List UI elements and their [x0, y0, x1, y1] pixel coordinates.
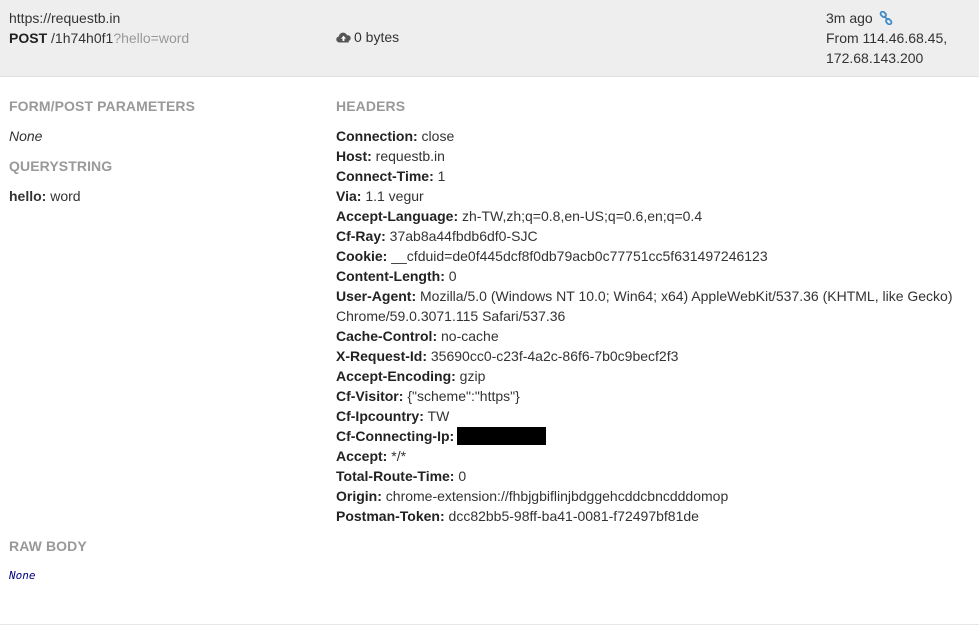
header-row: Connection: close — [336, 126, 966, 146]
raw-body-value: None — [9, 569, 36, 582]
header-row: Origin: chrome-extension://fhbjgbiflinjb… — [336, 486, 966, 506]
size-value: 0 bytes — [354, 29, 400, 45]
header-row: Cf-Ipcountry: TW — [336, 406, 966, 426]
header-key: Postman-Token: — [336, 508, 445, 524]
querystring-key: hello: — [9, 188, 47, 204]
time-row: 3m ago — [826, 8, 947, 28]
headers-title: HEADERS — [336, 98, 406, 114]
header-row: Accept: */* — [336, 446, 966, 466]
header-value: 0 — [448, 268, 457, 284]
header-row: Host: requestb.in — [336, 146, 966, 166]
header-row: Accept-Encoding: gzip — [336, 366, 966, 386]
header-key: Cf-Visitor: — [336, 388, 404, 404]
http-method: POST — [9, 30, 48, 46]
form-params-title: FORM/POST PARAMETERS — [9, 98, 196, 114]
header-value: 1 — [437, 168, 446, 184]
header-key: User-Agent: — [336, 288, 417, 304]
time-ago: 3m ago — [826, 10, 873, 26]
header-value: chrome-extension://fhbjgbiflinjbdggehcdd… — [385, 488, 729, 504]
header-key: Cache-Control: — [336, 328, 438, 344]
header-row: User-Agent: Mozilla/5.0 (Windows NT 10.0… — [336, 286, 966, 326]
header-value: no-cache — [441, 328, 499, 344]
header-key: Accept-Language: — [336, 208, 459, 224]
header-row: Cookie: __cfduid=de0f445dcf8f0db79acb0c7… — [336, 246, 966, 266]
header-value: close — [421, 128, 455, 144]
header-key: Connect-Time: — [336, 168, 434, 184]
header-key: Cf-Connecting-Ip: — [336, 428, 455, 444]
header-key: Host: — [336, 148, 372, 164]
request-origin: 3m ago From 114.46.68.45, 172.68.143.200 — [826, 8, 947, 68]
header-value: __cfduid=de0f445dcf8f0db79acb0c77751cc5f… — [391, 248, 768, 264]
header-key: Accept: — [336, 448, 388, 464]
request-path: /1h74h0f1 — [51, 30, 114, 46]
header-row: Cf-Ray: 37ab8a44fbdb6df0-SJC — [336, 226, 966, 246]
header-row: Cache-Control: no-cache — [336, 326, 966, 346]
header-key: Total-Route-Time: — [336, 468, 455, 484]
header-key: Cf-Ray: — [336, 228, 386, 244]
header-row: Connect-Time: 1 — [336, 166, 966, 186]
form-params-value: None — [9, 128, 43, 144]
header-key: Connection: — [336, 128, 418, 144]
querystring-value: word — [50, 188, 81, 204]
header-value: TW — [427, 408, 450, 424]
header-value: 35690cc0-c23f-4a2c-86f6-7b0c9becf2f3 — [430, 348, 679, 364]
header-key: Content-Length: — [336, 268, 445, 284]
method-path: POST /1h74h0f1?hello=word — [9, 28, 189, 48]
host-url: https://requestb.in — [9, 10, 121, 26]
header-value: requestb.in — [375, 148, 445, 164]
header-row: X-Request-Id: 35690cc0-c23f-4a2c-86f6-7b… — [336, 346, 966, 366]
querystring-item: hello: word — [9, 186, 81, 206]
header-key: Accept-Encoding: — [336, 368, 456, 384]
cloud-upload-icon — [336, 32, 351, 43]
header-key: Origin: — [336, 488, 382, 504]
request-summary-bar: https://requestb.in POST /1h74h0f1?hello… — [0, 0, 979, 77]
header-value: 1.1 vegur — [365, 188, 424, 204]
querystring-title: QUERYSTRING — [9, 158, 113, 174]
bottom-divider — [0, 624, 979, 625]
redacted-ip-block — [457, 427, 547, 445]
header-value: {"scheme":"https"} — [407, 388, 520, 404]
header-row: Total-Route-Time: 0 — [336, 466, 966, 486]
header-row: Content-Length: 0 — [336, 266, 966, 286]
header-value: dcc82bb5-98ff-ba41-0081-f72497bf81de — [448, 508, 699, 524]
header-key: Cookie: — [336, 248, 388, 264]
header-row: Cf-Visitor: {"scheme":"https"} — [336, 386, 966, 406]
header-value: 37ab8a44fbdb6df0-SJC — [389, 228, 538, 244]
header-row: Via: 1.1 vegur — [336, 186, 966, 206]
link-icon[interactable] — [879, 11, 893, 25]
header-row: Cf-Connecting-Ip: — [336, 426, 966, 446]
header-value: zh-TW,zh;q=0.8,en-US;q=0.6,en;q=0.4 — [462, 208, 703, 224]
header-value: 0 — [458, 468, 467, 484]
header-key: Cf-Ipcountry: — [336, 408, 424, 424]
request-size: 0 bytes — [336, 27, 399, 47]
request-line: https://requestb.in POST /1h74h0f1?hello… — [9, 8, 189, 48]
header-key: X-Request-Id: — [336, 348, 427, 364]
header-row: Postman-Token: dcc82bb5-98ff-ba41-0081-f… — [336, 506, 966, 526]
header-value: */* — [391, 448, 407, 464]
from-ip-secondary: 172.68.143.200 — [826, 50, 924, 66]
header-row: Accept-Language: zh-TW,zh;q=0.8,en-US;q=… — [336, 206, 966, 226]
from-ip: From 114.46.68.45, — [826, 30, 948, 46]
raw-body-title: RAW BODY — [9, 538, 87, 554]
header-value: gzip — [459, 368, 486, 384]
header-key: Via: — [336, 188, 362, 204]
request-querystring: ?hello=word — [113, 30, 190, 46]
header-value: Mozilla/5.0 (Windows NT 10.0; Win64; x64… — [336, 288, 953, 324]
